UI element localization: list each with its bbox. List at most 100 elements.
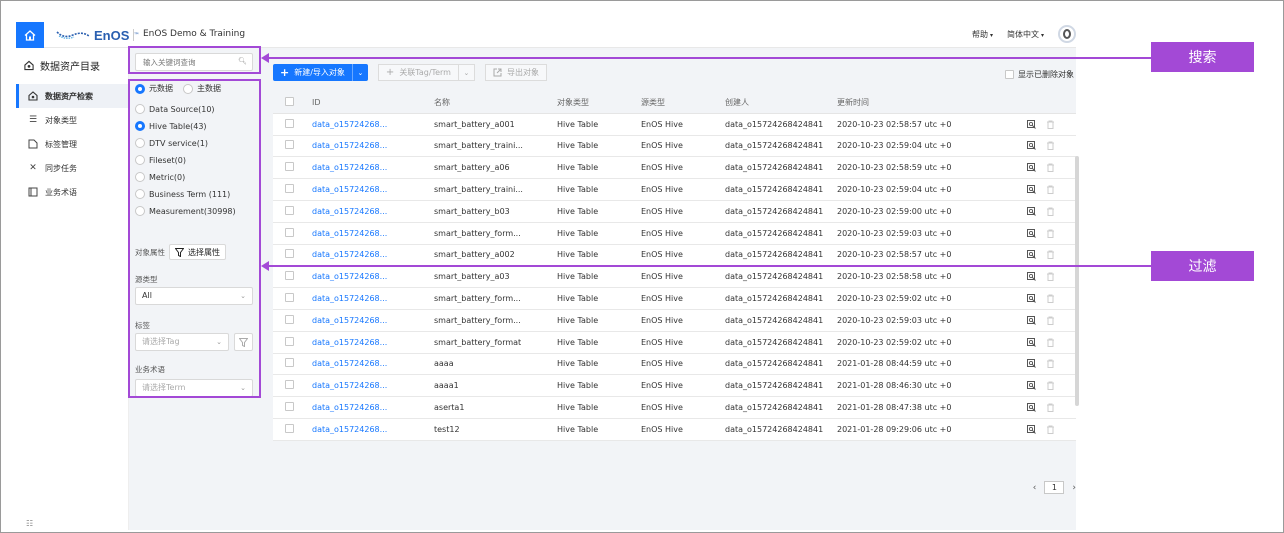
delete-icon[interactable]	[1046, 294, 1055, 304]
column-header-object-type[interactable]: 对象类型	[557, 97, 641, 108]
view-details-icon[interactable]	[1027, 119, 1036, 129]
view-details-icon[interactable]	[1027, 228, 1036, 238]
column-header-name[interactable]: 名称	[434, 97, 557, 108]
row-checkbox[interactable]	[285, 402, 294, 412]
table-row[interactable]: data_o15724268... smart_battery_a002 Hive …	[273, 244, 1076, 267]
table-row[interactable]: data_o15724268... smart_battery_b03 Hive T…	[273, 200, 1076, 223]
delete-icon[interactable]	[1046, 272, 1055, 282]
row-checkbox[interactable]	[285, 140, 294, 150]
prev-page-icon[interactable]: ‹	[1033, 483, 1037, 493]
row-checkbox[interactable]	[285, 358, 294, 368]
delete-icon[interactable]	[1046, 359, 1055, 369]
delete-icon[interactable]	[1046, 250, 1055, 260]
delete-icon[interactable]	[1046, 185, 1055, 195]
row-id-link[interactable]: data_o15724268...	[312, 316, 434, 325]
table-row[interactable]: data_o15724268... smart_battery_form... Hi…	[273, 309, 1076, 332]
view-details-icon[interactable]	[1027, 381, 1036, 391]
row-checkbox[interactable]	[285, 293, 294, 303]
delete-icon[interactable]	[1046, 338, 1055, 347]
view-details-icon[interactable]	[1027, 141, 1036, 151]
row-id-link[interactable]: data_o15724268...	[312, 294, 434, 303]
row-id-link[interactable]: data_o15724268...	[312, 163, 434, 172]
nav-item-object-types[interactable]: ☰ 对象类型	[16, 108, 129, 132]
row-checkbox[interactable]	[285, 249, 294, 259]
row-checkbox[interactable]	[285, 205, 294, 215]
link-tag-dropdown[interactable]: ⌄	[458, 64, 475, 81]
table-row[interactable]: data_o15724268... smart_battery_format Hiv…	[273, 331, 1076, 354]
nav-item-asset-search[interactable]: 数据资产检索	[16, 84, 129, 108]
table-row[interactable]: data_o15724268... smart_battery_a001 Hive …	[273, 113, 1076, 136]
table-row[interactable]: data_o15724268... smart_battery_a03 Hive T…	[273, 266, 1076, 289]
view-details-icon[interactable]	[1027, 337, 1036, 347]
home-button[interactable]	[16, 22, 44, 48]
link-tag-term-button[interactable]: + 关联Tag/Term	[377, 64, 459, 81]
next-page-icon[interactable]: ›	[1072, 483, 1076, 493]
view-details-icon[interactable]	[1027, 424, 1036, 434]
row-checkbox[interactable]	[285, 184, 294, 194]
row-id-link[interactable]: data_o15724268...	[312, 359, 434, 368]
export-objects-button[interactable]: 导出对象	[484, 64, 547, 81]
row-id-link[interactable]: data_o15724268...	[312, 250, 434, 259]
view-details-icon[interactable]	[1027, 294, 1036, 303]
column-header-creator[interactable]: 创建人	[725, 97, 837, 108]
row-id-link[interactable]: data_o15724268...	[312, 425, 434, 434]
table-row[interactable]: data_o15724268... smart_battery_a06 Hive T…	[273, 157, 1076, 180]
table-row[interactable]: data_o15724268... test12 Hive Table EnOS Hi…	[273, 418, 1076, 441]
delete-icon[interactable]	[1046, 403, 1055, 413]
nav-item-business-terms[interactable]: 业务术语	[16, 180, 129, 204]
row-checkbox[interactable]	[285, 227, 294, 237]
delete-icon[interactable]	[1046, 207, 1055, 216]
view-details-icon[interactable]	[1027, 163, 1036, 173]
table-row[interactable]: data_o15724268... aserta1 Hive Table EnOS H…	[273, 397, 1076, 419]
table-row[interactable]: data_o15724268... aaaa1 Hive Table EnOS Hiv…	[273, 375, 1076, 398]
row-id-link[interactable]: data_o15724268...	[312, 185, 434, 194]
row-checkbox[interactable]	[285, 380, 294, 390]
new-import-button[interactable]: + 新建/导入对象	[273, 64, 352, 81]
new-import-dropdown[interactable]: ⌄	[351, 64, 368, 81]
view-details-icon[interactable]	[1027, 250, 1036, 260]
column-header-updated-time[interactable]: 更新时间	[837, 97, 1027, 108]
page-number-input[interactable]: 1	[1044, 481, 1065, 494]
view-details-icon[interactable]	[1027, 359, 1036, 369]
row-id-link[interactable]: data_o15724268...	[312, 381, 434, 390]
delete-icon[interactable]	[1046, 163, 1055, 173]
row-id-link[interactable]: data_o15724268...	[312, 272, 434, 281]
table-scrollbar[interactable]	[1075, 156, 1079, 406]
view-details-icon[interactable]	[1027, 185, 1036, 194]
show-deleted-checkbox[interactable]	[1005, 70, 1014, 79]
column-header-id[interactable]: ID	[312, 98, 434, 107]
collapse-sidebar-icon[interactable]: ☷	[26, 519, 33, 528]
row-id-link[interactable]: data_o15724268...	[312, 141, 434, 150]
table-row[interactable]: data_o15724268... smart_battery_form... Hi…	[273, 222, 1076, 245]
table-row[interactable]: data_o15724268... smart_battery_traini...…	[273, 135, 1076, 158]
nav-item-tag-management[interactable]: 标签管理	[16, 132, 129, 156]
view-details-icon[interactable]	[1027, 315, 1036, 325]
language-menu[interactable]: 简体中文 ▾	[1007, 29, 1044, 40]
select-all-checkbox[interactable]	[285, 96, 294, 106]
row-id-link[interactable]: data_o15724268...	[312, 120, 434, 129]
row-checkbox[interactable]	[285, 271, 294, 281]
nav-item-sync-tasks[interactable]: ✕ 同步任务	[16, 156, 129, 180]
delete-icon[interactable]	[1046, 120, 1055, 129]
row-id-link[interactable]: data_o15724268...	[312, 338, 434, 347]
show-deleted-toggle[interactable]: 显示已删除对象	[1005, 69, 1074, 80]
row-id-link[interactable]: data_o15724268...	[312, 229, 434, 238]
table-row[interactable]: data_o15724268... smart_battery_form... Hi…	[273, 288, 1076, 310]
row-checkbox[interactable]	[285, 162, 294, 172]
row-id-link[interactable]: data_o15724268...	[312, 207, 434, 216]
enos-logo[interactable]: EnOS ™	[56, 27, 139, 43]
view-details-icon[interactable]	[1027, 272, 1036, 282]
row-checkbox[interactable]	[285, 118, 294, 128]
view-details-icon[interactable]	[1027, 403, 1036, 412]
user-avatar[interactable]	[1058, 25, 1076, 43]
help-menu[interactable]: 帮助 ▾	[972, 29, 993, 40]
table-row[interactable]: data_o15724268... smart_battery_traini...…	[273, 179, 1076, 201]
delete-icon[interactable]	[1046, 141, 1055, 151]
row-checkbox[interactable]	[285, 423, 294, 433]
row-id-link[interactable]: data_o15724268...	[312, 403, 434, 412]
row-checkbox[interactable]	[285, 314, 294, 324]
view-details-icon[interactable]	[1027, 206, 1036, 216]
delete-icon[interactable]	[1046, 381, 1055, 391]
delete-icon[interactable]	[1046, 425, 1055, 434]
column-header-source-type[interactable]: 源类型	[641, 97, 725, 108]
